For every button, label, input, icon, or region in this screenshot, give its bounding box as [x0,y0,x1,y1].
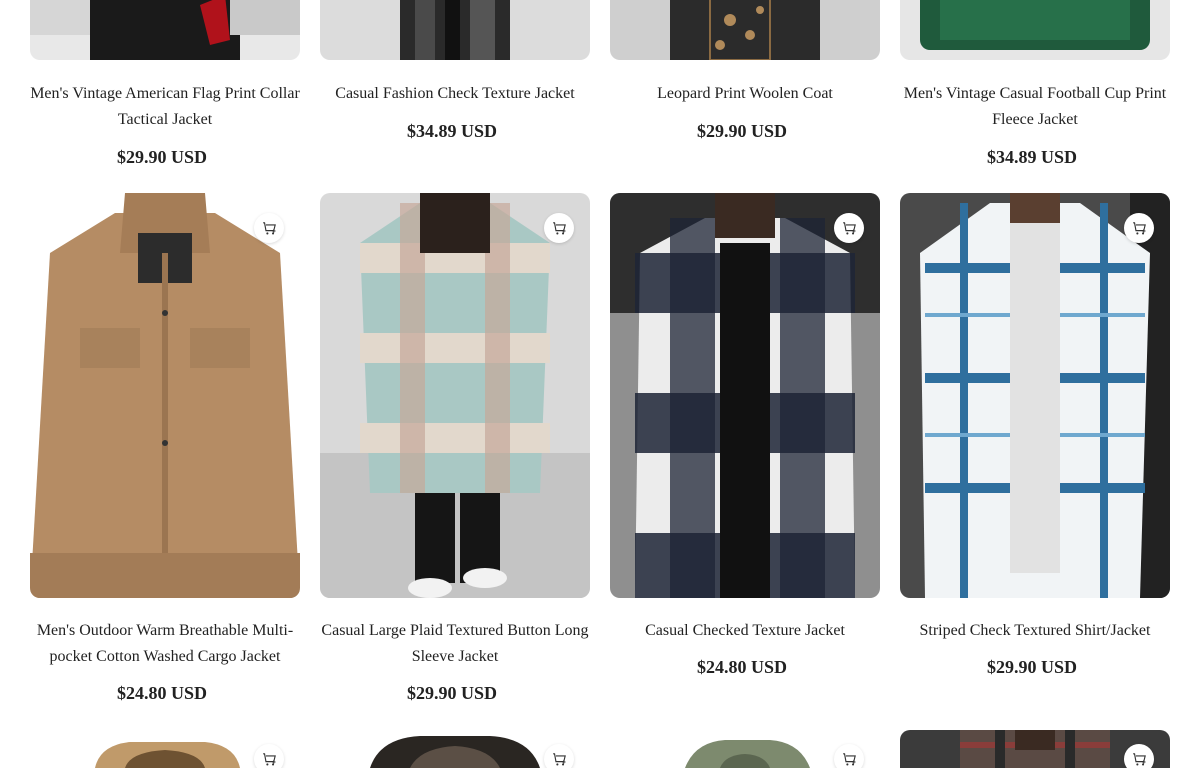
product-title[interactable]: Leopard Print Woolen Coat [610,81,880,107]
add-to-cart-icon [842,752,856,766]
add-to-cart-icon [1132,221,1146,235]
add-to-cart-icon [842,221,856,235]
product-price: $29.90 USD [116,147,207,167]
product-price: $29.90 USD [406,683,497,703]
add-to-cart-icon [262,221,276,235]
product-title[interactable]: Casual Checked Texture Jacket [610,618,880,644]
product-image[interactable] [30,193,300,598]
add-to-cart-button[interactable] [544,744,574,768]
product-price: $29.90 USD [696,121,787,141]
product-title[interactable]: Men's Vintage American Flag Print Collar… [30,81,300,133]
product-image[interactable] [320,0,590,60]
add-to-cart-icon [262,752,276,766]
add-to-cart-button[interactable] [1124,744,1154,768]
product-image[interactable] [900,730,1170,768]
add-to-cart-button[interactable] [834,213,864,243]
product-title[interactable]: Casual Large Plaid Textured Button Long … [320,618,590,670]
product-title[interactable]: Casual Fashion Check Texture Jacket [320,81,590,107]
product-title[interactable]: Men's Outdoor Warm Breathable Multi-pock… [30,618,300,670]
product-image[interactable] [610,730,880,768]
add-to-cart-button[interactable] [1124,213,1154,243]
add-to-cart-icon [552,752,566,766]
product-image[interactable] [900,0,1170,60]
product-price: $24.80 USD [696,657,787,677]
add-to-cart-icon [1132,752,1146,766]
add-to-cart-button[interactable] [834,744,864,768]
product-price: $34.89 USD [406,121,497,141]
product-image[interactable] [30,730,300,768]
product-image[interactable] [30,0,300,60]
product-price: $29.90 USD [986,657,1077,677]
add-to-cart-button[interactable] [254,213,284,243]
add-to-cart-button[interactable] [544,213,574,243]
product-price: $24.80 USD [116,683,207,703]
product-price: $34.89 USD [986,147,1077,167]
product-image[interactable] [610,193,880,598]
product-title[interactable]: Men's Vintage Casual Football Cup Print … [900,81,1170,133]
product-image[interactable] [320,193,590,598]
add-to-cart-button[interactable] [254,744,284,768]
product-image[interactable] [320,730,590,768]
product-title[interactable]: Striped Check Textured Shirt/Jacket [900,618,1170,644]
add-to-cart-icon [552,221,566,235]
product-image[interactable] [900,193,1170,598]
product-image[interactable] [610,0,880,60]
